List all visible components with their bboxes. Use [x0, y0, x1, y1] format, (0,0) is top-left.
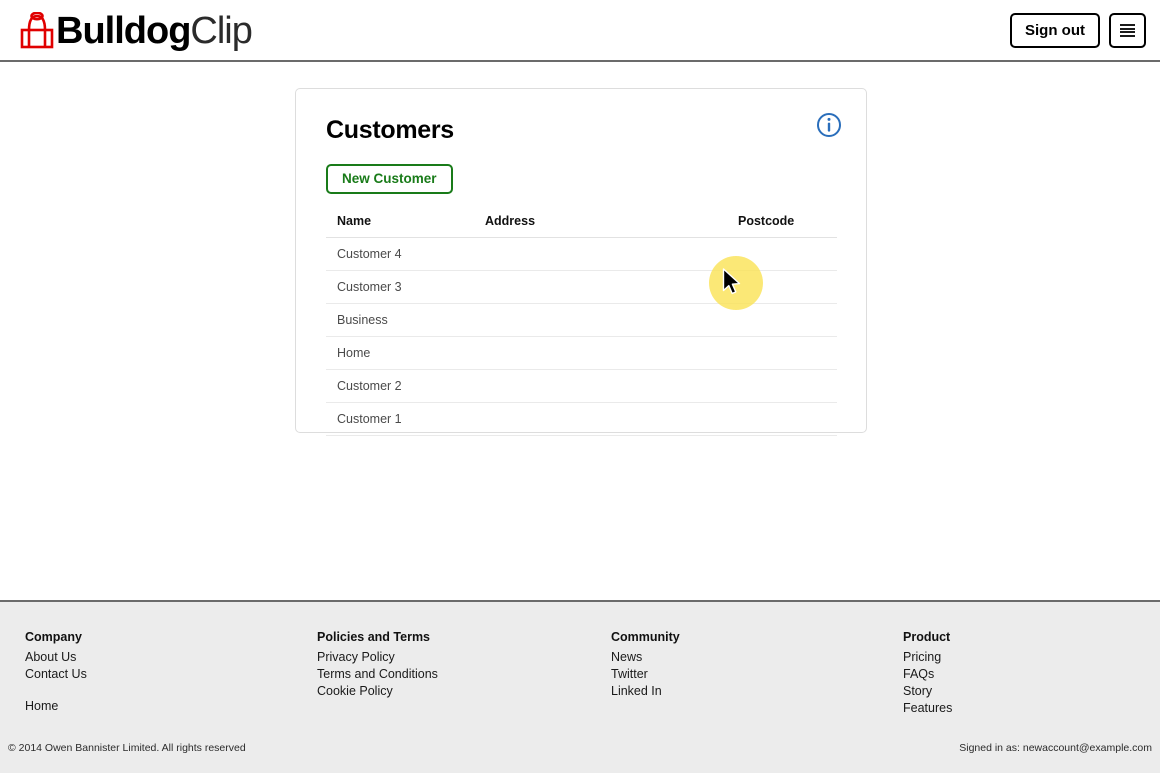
- column-header-name[interactable]: Name: [326, 214, 474, 238]
- cell-name: Customer 2: [326, 369, 474, 403]
- footer-column-product: Product Pricing FAQs Story Features: [903, 629, 952, 717]
- footer-bottom-bar: © 2014 Owen Bannister Limited. All right…: [0, 733, 1160, 773]
- footer-link-features[interactable]: Features: [903, 700, 952, 717]
- footer-link-contact-us[interactable]: Contact Us: [25, 666, 87, 683]
- table-row[interactable]: Customer 4: [326, 237, 837, 271]
- footer-column-community: Community News Twitter Linked In: [611, 629, 680, 700]
- table-row[interactable]: Customer 2: [326, 369, 837, 403]
- table-header-row: Name Address Postcode: [326, 214, 837, 238]
- footer-heading: Policies and Terms: [317, 630, 431, 644]
- site-footer: Company About Us Contact Us Home Policie…: [0, 600, 1160, 773]
- footer-heading: Product: [903, 630, 951, 644]
- table-row[interactable]: Customer 3: [326, 270, 837, 304]
- main-content: Customers New Customer Name Address Post…: [0, 62, 1160, 600]
- brand-logo[interactable]: BulldogClip: [20, 8, 253, 54]
- hamburger-menu-icon: [1120, 24, 1135, 37]
- cell-postcode: [727, 237, 837, 271]
- copyright-text: © 2014 Owen Bannister Limited. All right…: [8, 742, 246, 754]
- cell-postcode: [727, 270, 837, 304]
- footer-link-twitter[interactable]: Twitter: [611, 666, 680, 683]
- footer-link-privacy-policy[interactable]: Privacy Policy: [317, 649, 438, 666]
- footer-link-news[interactable]: News: [611, 649, 680, 666]
- cell-address: [474, 303, 727, 337]
- cell-address: [474, 237, 727, 271]
- footer-column-policies-and-terms: Policies and Terms Privacy Policy Terms …: [317, 629, 438, 700]
- table-row[interactable]: Home: [326, 336, 837, 370]
- new-customer-button[interactable]: New Customer: [326, 164, 453, 194]
- footer-link-home[interactable]: Home: [25, 698, 87, 715]
- cell-address: [474, 270, 727, 304]
- cell-postcode: [727, 402, 837, 436]
- info-circle-icon[interactable]: [816, 112, 842, 138]
- footer-link-linked-in[interactable]: Linked In: [611, 683, 680, 700]
- footer-link-faqs[interactable]: FAQs: [903, 666, 952, 683]
- footer-heading: Community: [611, 630, 680, 644]
- site-header: BulldogClip Sign out: [0, 0, 1160, 62]
- cell-postcode: [727, 303, 837, 337]
- cell-name: Business: [326, 303, 474, 337]
- signed-in-status: Signed in as: newaccount@example.com: [959, 742, 1152, 754]
- table-row[interactable]: Customer 1: [326, 402, 837, 436]
- cell-name: Customer 1: [326, 402, 474, 436]
- column-header-address[interactable]: Address: [474, 214, 727, 238]
- cell-name: Customer 4: [326, 237, 474, 271]
- footer-link-terms-and-conditions[interactable]: Terms and Conditions: [317, 666, 438, 683]
- bulldog-clip-icon: [20, 12, 54, 49]
- cell-postcode: [727, 369, 837, 403]
- cell-address: [474, 336, 727, 370]
- footer-link-story[interactable]: Story: [903, 683, 952, 700]
- cell-name: Home: [326, 336, 474, 370]
- footer-link-pricing[interactable]: Pricing: [903, 649, 952, 666]
- footer-column-company: Company About Us Contact Us Home: [25, 629, 87, 715]
- page-title: Customers: [326, 116, 454, 144]
- cell-postcode: [727, 336, 837, 370]
- menu-button[interactable]: [1109, 13, 1146, 48]
- cell-name: Customer 3: [326, 270, 474, 304]
- cell-address: [474, 369, 727, 403]
- table-row[interactable]: Business: [326, 303, 837, 337]
- column-header-postcode[interactable]: Postcode: [727, 214, 837, 238]
- header-actions: Sign out: [1010, 13, 1146, 48]
- brand-name-bold: Bulldog: [56, 10, 191, 52]
- footer-link-about-us[interactable]: About Us: [25, 649, 87, 666]
- customers-table: Name Address Postcode Customer 4 Custome…: [326, 214, 837, 436]
- footer-heading: Company: [25, 630, 82, 644]
- footer-link-cookie-policy[interactable]: Cookie Policy: [317, 683, 438, 700]
- brand-name-light: Clip: [190, 10, 252, 52]
- sign-out-button[interactable]: Sign out: [1010, 13, 1100, 48]
- customers-card: Customers New Customer Name Address Post…: [295, 88, 867, 436]
- cell-address: [474, 402, 727, 436]
